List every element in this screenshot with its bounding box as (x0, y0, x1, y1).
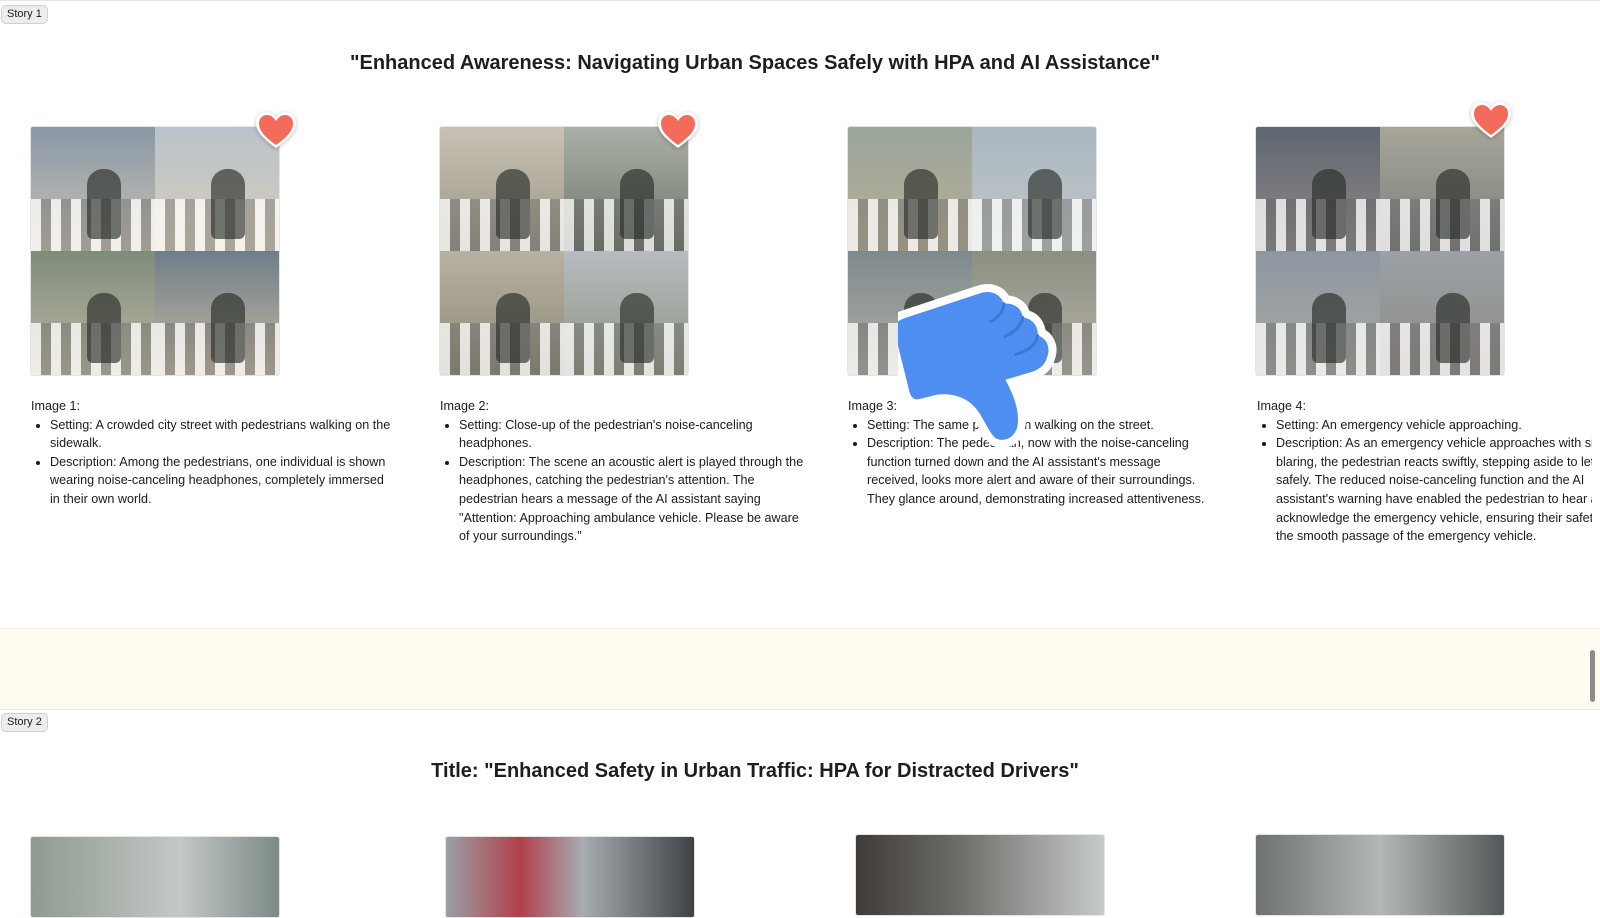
image-2-label: Image 2: (440, 399, 490, 413)
story-separator-band (0, 628, 1600, 710)
image-4-label: Image 4: (1257, 399, 1307, 413)
heart-icon[interactable] (254, 108, 298, 152)
image-4-caption: Image 4: Setting: An emergency vehicle a… (1257, 397, 1592, 546)
heart-icon[interactable] (1469, 98, 1513, 142)
image-2-caption: Image 2: Setting: Close-up of the pedest… (440, 397, 805, 546)
story-1-image-1[interactable] (30, 126, 280, 376)
story-2-title: Title: "Enhanced Safety in Urban Traffic… (431, 760, 1079, 782)
image-1-description: Description: Among the pedestrians, one … (50, 453, 396, 509)
image-1-bullets: Setting: A crowded city street with pede… (31, 416, 396, 509)
story-1-tag: Story 1 (1, 5, 48, 24)
image-4-description: Description: As an emergency vehicle app… (1276, 434, 1592, 546)
story-2-tag: Story 2 (1, 713, 48, 732)
story-1-title: "Enhanced Awareness: Navigating Urban Sp… (350, 52, 1160, 74)
story-1-image-4[interactable] (1255, 126, 1505, 376)
top-divider (0, 0, 1600, 1)
image-4-setting: Setting: An emergency vehicle approachin… (1276, 416, 1592, 435)
image-1-label: Image 1: (31, 399, 81, 413)
image-2-description: Description: The scene an acoustic alert… (459, 453, 805, 546)
story-2-image-4[interactable] (1255, 834, 1505, 916)
thumbs-down-icon[interactable] (886, 284, 1058, 459)
story-1-image-2[interactable] (439, 126, 689, 376)
image-1-caption: Image 1: Setting: A crowded city street … (31, 397, 396, 509)
image-4-bullets: Setting: An emergency vehicle approachin… (1257, 416, 1592, 546)
image-2-bullets: Setting: Close-up of the pedestrian's no… (440, 416, 805, 546)
story-2-image-1[interactable] (30, 836, 280, 918)
scrollbar-thumb[interactable] (1590, 650, 1595, 702)
heart-icon[interactable] (656, 108, 700, 152)
story-2-image-3[interactable] (855, 834, 1105, 916)
image-2-setting: Setting: Close-up of the pedestrian's no… (459, 416, 805, 453)
story-2-image-2[interactable] (445, 836, 695, 918)
image-1-setting: Setting: A crowded city street with pede… (50, 416, 396, 453)
